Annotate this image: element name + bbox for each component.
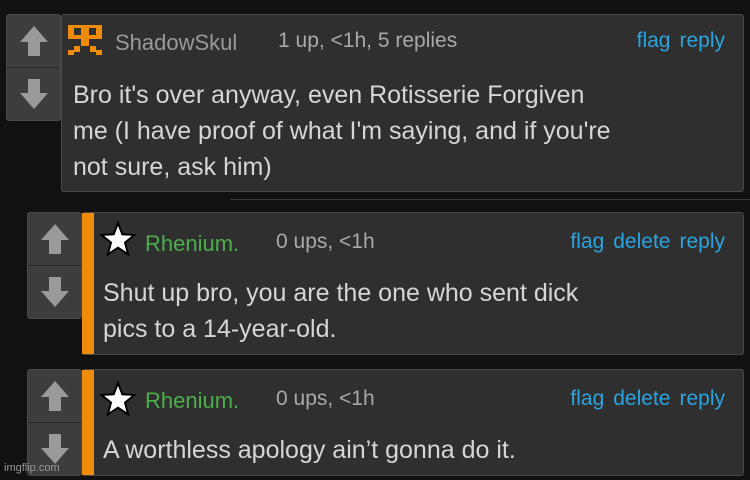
arrow-down-icon — [40, 277, 69, 307]
username[interactable]: Rhenium. — [145, 388, 239, 414]
arrow-up-icon — [19, 26, 48, 56]
reply-link[interactable]: reply — [679, 29, 725, 53]
op-indicator-bar — [82, 370, 94, 475]
vote-column — [27, 369, 82, 476]
vote-column — [27, 212, 82, 319]
text-line: me (I have proof of what I'm saying, and… — [73, 117, 611, 145]
text-line: Shut up bro, you are the one who sent di… — [103, 279, 579, 307]
comment-body-1: ShadowSkul 1 up, <1h, 5 replies flag rep… — [61, 14, 744, 192]
op-indicator-bar — [82, 213, 94, 354]
comment-info: 1 up, <1h, 5 replies — [278, 29, 458, 52]
watermark: imgflip.com — [4, 462, 60, 474]
upvote-button[interactable] — [7, 15, 60, 68]
comment-actions: flag delete reply — [570, 230, 725, 254]
vote-column — [6, 14, 61, 121]
text-line: pics to a 14-year-old. — [103, 315, 337, 343]
comment-text: Bro it's over anyway, even Rotisserie Fo… — [73, 77, 733, 185]
reply-link[interactable]: reply — [679, 230, 725, 254]
text-line: not sure, ask him) — [73, 153, 272, 181]
arrow-down-icon — [19, 79, 48, 109]
arrow-down-icon — [40, 434, 69, 464]
comment-body-3: Rhenium. 0 ups, <1h flag delete reply A … — [82, 369, 744, 476]
comment-actions: flag delete reply — [570, 387, 725, 411]
username[interactable]: ShadowSkul — [115, 30, 237, 56]
comment-body-2: Rhenium. 0 ups, <1h flag delete reply Sh… — [82, 212, 744, 355]
reply-link[interactable]: reply — [679, 387, 725, 411]
star-icon — [100, 381, 136, 417]
arrow-up-icon — [40, 224, 69, 254]
text-line: A worthless apology ain’t gonna do it. — [103, 436, 516, 464]
flag-link[interactable]: flag — [637, 29, 671, 53]
comment-actions: flag reply — [637, 29, 725, 53]
comment-text: A worthless apology ain’t gonna do it. — [103, 432, 733, 468]
comment-3 — [27, 369, 82, 476]
comment-text: Shut up bro, you are the one who sent di… — [103, 275, 733, 347]
orange-skull-icon — [68, 25, 102, 55]
comment-1 — [6, 14, 61, 121]
downvote-button[interactable] — [7, 68, 60, 120]
divider — [230, 199, 750, 200]
star-icon — [100, 221, 136, 257]
comment-info: 0 ups, <1h — [276, 387, 375, 410]
upvote-button[interactable] — [28, 213, 81, 266]
flag-link[interactable]: flag — [570, 230, 604, 254]
text-line: Bro it's over anyway, even Rotisserie Fo… — [73, 81, 585, 109]
comment-2 — [27, 212, 82, 319]
upvote-button[interactable] — [28, 370, 81, 423]
flag-link[interactable]: flag — [570, 387, 604, 411]
delete-link[interactable]: delete — [613, 387, 670, 411]
arrow-up-icon — [40, 381, 69, 411]
username[interactable]: Rhenium. — [145, 231, 239, 257]
delete-link[interactable]: delete — [613, 230, 670, 254]
comment-info: 0 ups, <1h — [276, 230, 375, 253]
downvote-button[interactable] — [28, 266, 81, 318]
